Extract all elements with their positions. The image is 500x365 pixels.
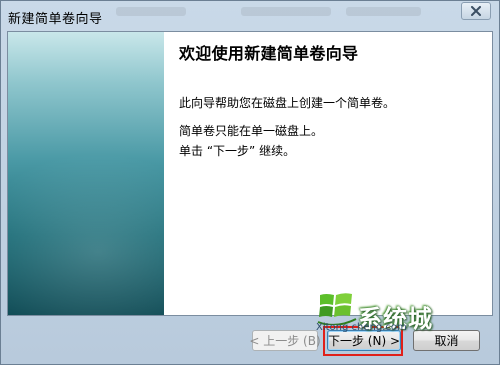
title-bar: 新建简单卷向导 — [1, 1, 499, 31]
wizard-side-banner — [8, 32, 228, 315]
wizard-window: 新建简单卷向导 欢迎使用新建简单卷向导 此向导帮助您在磁盘上创建一个简单卷。 简… — [0, 0, 500, 365]
description-text: 此向导帮助您在磁盘上创建一个简单卷。 — [179, 96, 396, 110]
wizard-content: 欢迎使用新建简单卷向导 此向导帮助您在磁盘上创建一个简单卷。 简单卷只能在单一磁… — [7, 31, 493, 316]
windows-logo-icon — [317, 293, 357, 325]
wizard-main-panel: 欢迎使用新建简单卷向导 此向导帮助您在磁盘上创建一个简单卷。 简单卷只能在单一磁… — [164, 32, 492, 315]
close-button[interactable] — [461, 2, 491, 20]
back-button[interactable]: < 上一步 (B) — [249, 330, 321, 351]
close-icon — [471, 6, 481, 16]
window-title: 新建简单卷向导 — [8, 12, 103, 27]
description-text: 简单卷只能在单一磁盘上。 — [179, 124, 324, 138]
wizard-heading: 欢迎使用新建简单卷向导 — [179, 44, 359, 63]
site-watermark: 系统城 Xitong cheng.com — [316, 289, 486, 349]
instruction-text: 单击 “下一步” 继续。 — [179, 144, 296, 158]
watermark-url: Xitong cheng.com — [316, 322, 407, 333]
